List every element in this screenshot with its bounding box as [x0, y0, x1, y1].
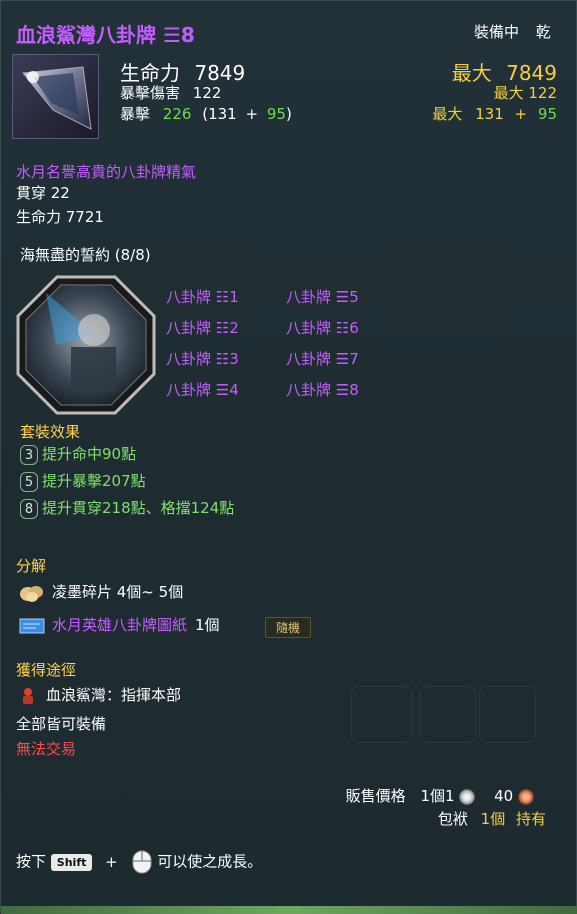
slot-position: 乾 — [535, 23, 551, 41]
blueprint-name: 水月英雄八卦牌圖紙 — [52, 616, 188, 634]
set-effect-text: 提升暴擊207點 — [42, 472, 146, 490]
max-crit-stat: 最大 131 + 95 — [432, 103, 557, 124]
hint-plus: + — [105, 852, 118, 871]
item-icon[interactable] — [12, 54, 99, 139]
crit-damage-value: 122 — [192, 84, 222, 102]
item-tooltip: 血浪鯊灣八卦牌 ☰8 裝備中 乾 生命力 7849 暴擊傷害 122 暴擊 22… — [0, 0, 577, 914]
max-crit-bonus: 95 — [537, 105, 557, 123]
set-piece-8: 八卦牌 ☰8 — [286, 381, 359, 399]
set-piece-1: 八卦牌 ☷1 — [166, 288, 239, 306]
ink-shard-text: 凌墨碎片 4個~ 5個 — [52, 583, 184, 601]
crit-label: 暴擊 — [120, 105, 151, 123]
item-slot-number: ☰8 — [162, 23, 195, 47]
max-crit-base: 131 — [475, 105, 504, 123]
crit-damage-stat: 暴擊傷害 122 — [120, 82, 221, 103]
crit-stat: 暴擊 226 (131 + 95) — [120, 103, 292, 124]
set-effect-count: 8 — [20, 498, 38, 519]
bag-count: 包袱 1個 持有 — [438, 808, 546, 829]
set-effect-8: 8 提升貫穿218點、格擋124點 — [20, 497, 234, 519]
decompose-title: 分解 — [16, 557, 47, 575]
set-effects-title: 套裝效果 — [20, 423, 81, 441]
set-piece-3: 八卦牌 ☷3 — [166, 350, 239, 368]
crit-value: 226 — [162, 105, 192, 123]
set-portrait — [16, 275, 156, 415]
ink-shard-icon — [20, 585, 43, 602]
equipped-label: 裝備中 — [474, 23, 520, 41]
acquire-source-text: 血浪鯊灣：指揮本部 — [46, 686, 182, 704]
set-effect-count: 3 — [20, 444, 38, 465]
acquire-title: 獲得途徑 — [16, 661, 77, 679]
equip-restriction: 全部皆可裝備 — [16, 715, 107, 733]
blueprint-scroll-icon — [19, 618, 45, 633]
hint-prefix: 按下 — [16, 852, 47, 871]
set-piece-6: 八卦牌 ☷6 — [286, 319, 359, 337]
shift-key-icon: Shift — [50, 853, 93, 871]
essence-title: 水月名譽高貴的八卦牌精氣 — [16, 163, 197, 181]
character-portrait-icon — [16, 275, 156, 415]
background-ui-ghost — [419, 686, 476, 743]
copper-coin-icon — [518, 788, 534, 805]
acquire-source: 血浪鯊灣：指揮本部 — [18, 684, 181, 706]
npc-marker-icon — [23, 687, 33, 704]
hint-suffix: 可以使之成長。 — [157, 852, 263, 871]
bag-qty: 1個 — [480, 810, 506, 828]
set-piece-5: 八卦牌 ☰5 — [286, 288, 359, 306]
set-piece-2: 八卦牌 ☷2 — [166, 319, 239, 337]
random-tag: 隨機 — [265, 617, 312, 638]
crit-base: (131 — [202, 105, 237, 123]
sell-price: 販售價格 1個1 40 — [346, 785, 534, 806]
crit-damage-label: 暴擊傷害 — [120, 84, 181, 102]
blueprint-qty: 1個 — [195, 616, 220, 634]
silver-coin-icon — [459, 788, 476, 805]
crit-paren-close: ) — [285, 105, 292, 123]
set-name: 海無盡的誓約 (8/8) — [20, 246, 151, 264]
item-name: 血浪鯊灣八卦牌 — [16, 23, 156, 47]
essence-pierce: 貫穿 22 — [16, 184, 70, 202]
bagua-shard-icon — [22, 66, 92, 130]
equip-status: 裝備中 乾 — [474, 21, 551, 42]
set-effect-3: 3 提升命中90點 — [20, 443, 136, 465]
set-effect-count: 5 — [20, 471, 38, 492]
decompose-item-1: 凌墨碎片 4個~ 5個 — [18, 581, 183, 604]
background-ui-ghost — [351, 686, 413, 743]
crit-plus: + — [245, 105, 259, 123]
set-effect-text: 提升貫穿218點、格擋124點 — [42, 499, 235, 517]
sell-amount: 40 — [494, 787, 514, 805]
max-crit-damage-stat: 最大 122 — [493, 84, 557, 102]
trade-restriction: 無法交易 — [16, 740, 77, 758]
set-piece-7: 八卦牌 ☰7 — [286, 350, 359, 368]
bag-own: 持有 — [515, 810, 546, 828]
set-effect-text: 提升命中90點 — [42, 445, 137, 463]
bag-label: 包袱 — [437, 810, 468, 828]
set-piece-4: 八卦牌 ☰4 — [166, 381, 239, 399]
crit-bonus: 95 — [266, 105, 286, 123]
sell-qty: 1個1 — [420, 787, 455, 805]
sell-price-label: 販售價格 — [345, 787, 406, 805]
max-crit-plus: + — [514, 105, 528, 123]
decompose-item-2: 水月英雄八卦牌圖紙 1個 — [18, 614, 220, 636]
grow-hint: 按下 Shift + 可以使之成長。 — [16, 849, 262, 875]
max-crit-label: 最大 — [432, 105, 463, 123]
mouse-right-click-icon — [132, 850, 152, 874]
max-hp-label: 最大 — [451, 61, 492, 85]
essence-hp: 生命力 7721 — [16, 208, 104, 226]
item-title: 血浪鯊灣八卦牌 ☰8 — [16, 19, 195, 48]
background-ui-ghost — [479, 686, 536, 743]
set-effect-5: 5 提升暴擊207點 — [20, 470, 146, 492]
